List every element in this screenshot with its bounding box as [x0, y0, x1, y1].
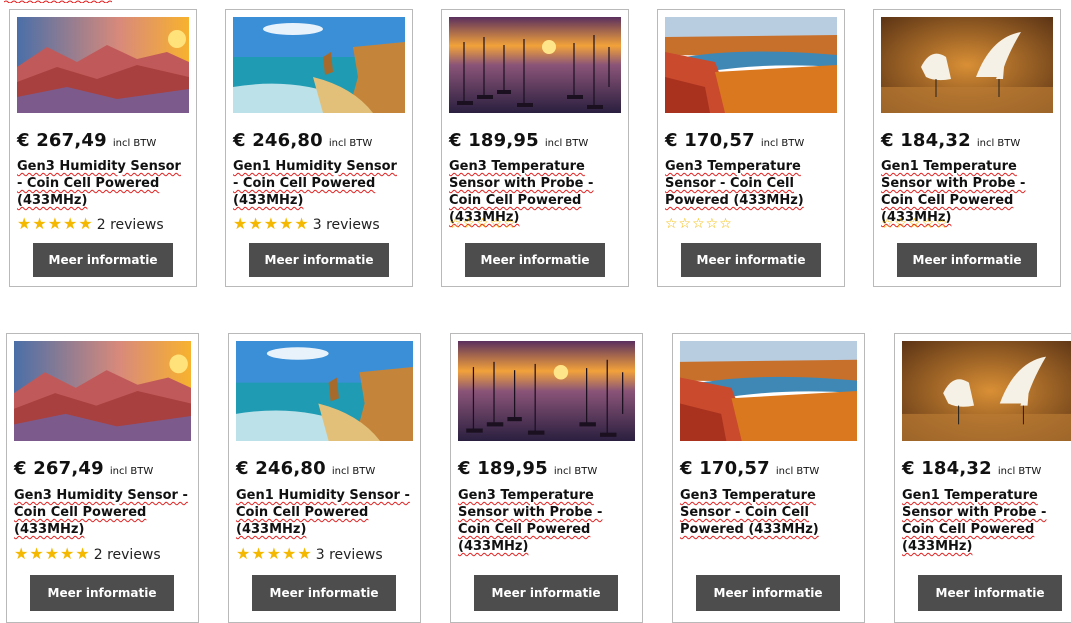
- star-rating-icon: ★★★★★: [233, 214, 310, 233]
- rating: ★★★★★ 2 reviews: [14, 544, 161, 563]
- price-note: incl BTW: [331, 466, 376, 477]
- product-image-harbor-sunset[interactable]: [458, 341, 635, 441]
- product-title[interactable]: Gen1 Temperature Sensor with Probe - Coi…: [902, 487, 1071, 555]
- product-image-harbor-sunset[interactable]: [449, 17, 621, 113]
- product-price: € 246,80 incl BTW: [236, 458, 376, 479]
- price-note: incl BTW: [976, 138, 1021, 149]
- product-image-autumn-lake[interactable]: [680, 341, 857, 441]
- product-title[interactable]: Gen3 Temperature Sensor - Coin Cell Powe…: [680, 487, 858, 538]
- product-image-coastal-cliffs[interactable]: [233, 17, 405, 113]
- product-image-egrets[interactable]: [902, 341, 1071, 441]
- star-rating-icon: ☆☆☆☆☆: [665, 216, 733, 232]
- rating: ★★★★★ 2 reviews: [17, 214, 164, 233]
- review-count[interactable]: 2 reviews: [94, 547, 161, 563]
- rating: ★★★★★ 3 reviews: [236, 544, 383, 563]
- product-price: € 184,32 incl BTW: [881, 130, 1021, 151]
- product-title[interactable]: Gen3 Humidity Sensor - Coin Cell Powered…: [17, 158, 190, 209]
- product-image-rainbow-mountains[interactable]: [17, 17, 189, 113]
- product-title[interactable]: Gen1 Humidity Sensor - Coin Cell Powered…: [236, 487, 414, 538]
- product-price: € 267,49 incl BTW: [14, 458, 154, 479]
- more-info-button[interactable]: Meer informatie: [918, 575, 1062, 611]
- product-price: € 267,49 incl BTW: [17, 130, 157, 151]
- price-note: incl BTW: [109, 466, 154, 477]
- product-title[interactable]: Gen3 Humidity Sensor - Coin Cell Powered…: [14, 487, 192, 538]
- more-info-button[interactable]: Meer informatie: [681, 243, 821, 277]
- price-note: incl BTW: [553, 466, 598, 477]
- product-price: € 184,32 incl BTW: [902, 458, 1042, 479]
- product-card[interactable]: € 189,95 incl BTW Gen3 Temperature Sensor…: [450, 333, 643, 623]
- more-info-button[interactable]: Meer informatie: [465, 243, 605, 277]
- product-card[interactable]: € 267,49 incl BTW Gen3 Humidity Sensor - …: [9, 9, 197, 287]
- more-info-button[interactable]: Meer informatie: [30, 575, 174, 611]
- star-rating-icon: ★★★★★: [236, 544, 313, 563]
- more-info-button[interactable]: Meer informatie: [249, 243, 389, 277]
- price-note: incl BTW: [112, 138, 157, 149]
- product-card[interactable]: € 184,32 incl BTW Gen1 Temperature Sensor…: [873, 9, 1061, 287]
- review-count[interactable]: 2 reviews: [97, 217, 164, 233]
- product-card[interactable]: € 267,49 incl BTW Gen3 Humidity Sensor - …: [6, 333, 199, 623]
- product-title[interactable]: Gen1 Humidity Sensor - Coin Cell Powered…: [233, 158, 406, 209]
- product-card[interactable]: € 246,80 incl BTW Gen1 Humidity Sensor - …: [225, 9, 413, 287]
- price-note: incl BTW: [544, 138, 589, 149]
- rating: ★★★★★ 3 reviews: [233, 214, 380, 233]
- product-price: € 189,95 incl BTW: [449, 130, 589, 151]
- product-price: € 189,95 incl BTW: [458, 458, 598, 479]
- price-note: incl BTW: [997, 466, 1042, 477]
- product-card[interactable]: € 170,57 incl BTW Gen3 Temperature Sensor…: [657, 9, 845, 287]
- product-image-rainbow-mountains[interactable]: [14, 341, 191, 441]
- product-card[interactable]: € 184,32 incl BTW Gen1 Temperature Sensor…: [894, 333, 1071, 623]
- star-rating-icon: ☆☆☆☆☆: [449, 216, 517, 232]
- product-title[interactable]: Gen3 Temperature Sensor - Coin Cell Powe…: [665, 158, 838, 209]
- product-image-egrets[interactable]: [881, 17, 1053, 113]
- review-count[interactable]: 3 reviews: [313, 217, 380, 233]
- price-note: incl BTW: [775, 466, 820, 477]
- star-rating-icon: ★★★★★: [14, 544, 91, 563]
- more-info-button[interactable]: Meer informatie: [696, 575, 840, 611]
- rating: ☆☆☆☆☆: [449, 216, 517, 232]
- product-price: € 170,57 incl BTW: [680, 458, 820, 479]
- rating: ☆☆☆☆☆: [665, 216, 733, 232]
- price-note: incl BTW: [760, 138, 805, 149]
- more-info-button[interactable]: Meer informatie: [897, 243, 1037, 277]
- more-info-button[interactable]: Meer informatie: [252, 575, 396, 611]
- spellcheck-underline-fragment: [4, 0, 112, 3]
- review-count[interactable]: 3 reviews: [316, 547, 383, 563]
- more-info-button[interactable]: Meer informatie: [474, 575, 618, 611]
- product-price: € 246,80 incl BTW: [233, 130, 373, 151]
- product-title[interactable]: Gen3 Temperature Sensor with Probe - Coi…: [458, 487, 636, 555]
- star-rating-icon: ★★★★★: [17, 214, 94, 233]
- rating: ☆☆☆☆☆: [881, 216, 949, 232]
- product-card[interactable]: € 246,80 incl BTW Gen1 Humidity Sensor - …: [228, 333, 421, 623]
- product-price: € 170,57 incl BTW: [665, 130, 805, 151]
- product-image-autumn-lake[interactable]: [665, 17, 837, 113]
- star-rating-icon: ☆☆☆☆☆: [881, 216, 949, 232]
- price-note: incl BTW: [328, 138, 373, 149]
- more-info-button[interactable]: Meer informatie: [33, 243, 173, 277]
- product-card[interactable]: € 170,57 incl BTW Gen3 Temperature Sensor…: [672, 333, 865, 623]
- product-card[interactable]: € 189,95 incl BTW Gen3 Temperature Sensor…: [441, 9, 629, 287]
- product-image-coastal-cliffs[interactable]: [236, 341, 413, 441]
